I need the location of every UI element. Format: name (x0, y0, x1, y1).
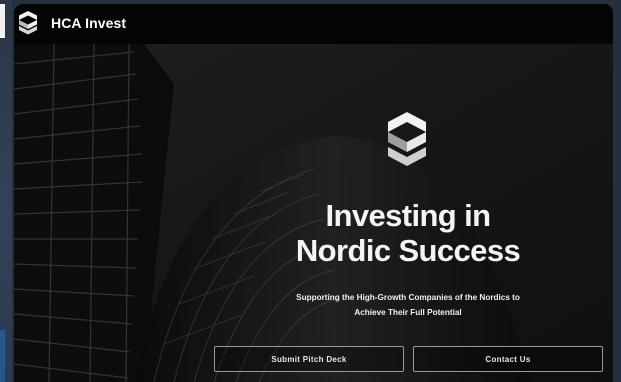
hca-hero-logo-icon (388, 112, 426, 166)
submit-pitch-deck-button[interactable]: Submit Pitch Deck (214, 346, 404, 372)
hero-section: Investing in Nordic Success Supporting t… (14, 44, 613, 382)
background-window-tab (0, 4, 5, 38)
browser-window: HCA Invest Investing in Nordic Success S… (14, 4, 613, 382)
background-window-tab-blue (0, 330, 5, 382)
headline-line-2: Nordic Success (295, 233, 521, 268)
subtitle-line-2: Achieve Their Full Potential (354, 308, 462, 317)
contact-us-button[interactable]: Contact Us (413, 346, 603, 372)
brand-name[interactable]: HCA Invest (51, 15, 126, 31)
hero-headline: Investing in Nordic Success (258, 198, 558, 268)
hero-subtitle: Supporting the High-Growth Companies of … (258, 290, 558, 320)
background-window-edge (0, 0, 12, 382)
subtitle-line-1: Supporting the High-Growth Companies of … (296, 293, 520, 302)
hca-logo-icon[interactable] (17, 10, 39, 36)
top-navigation-bar: HCA Invest (14, 4, 613, 44)
headline-line-1: Investing in (325, 198, 491, 233)
